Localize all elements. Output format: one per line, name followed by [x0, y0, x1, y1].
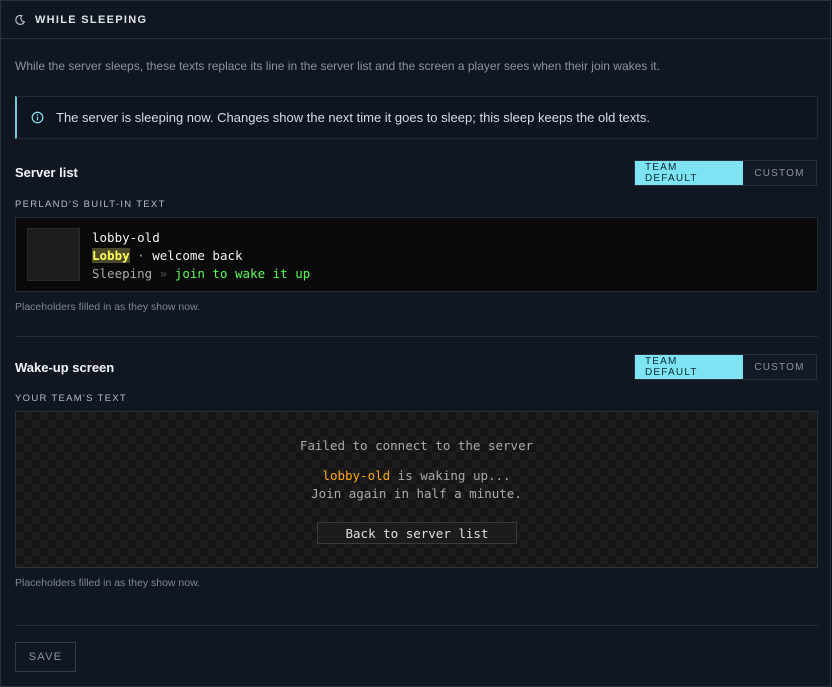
- wake-screen-hint: Placeholders filled in as they show now.: [15, 577, 201, 589]
- notice-text: The server is sleeping now. Changes show…: [56, 110, 650, 125]
- preview-motd: Lobby · welcome back: [92, 248, 243, 263]
- section-divider: [15, 336, 818, 337]
- wake-line-2: Join again in half a minute.: [311, 486, 522, 501]
- status-separator: »: [152, 266, 175, 281]
- panel-title: WHILE SLEEPING: [35, 13, 148, 26]
- while-sleeping-panel: WHILE SLEEPING While the server sleeps, …: [0, 0, 831, 687]
- motd-separator: ·: [129, 248, 153, 263]
- wake-screen-team-default-option[interactable]: TEAM DEFAULT: [635, 355, 743, 379]
- status-text: Sleeping: [92, 266, 153, 281]
- preview-status: Sleeping » join to wake it up: [92, 266, 310, 281]
- motd-highlight: Lobby: [92, 248, 130, 263]
- server-icon-placeholder: [27, 228, 80, 281]
- sleeping-notice: The server is sleeping now. Changes show…: [15, 96, 818, 139]
- server-list-title: Server list: [15, 165, 78, 180]
- wake-screen-custom-option[interactable]: CUSTOM: [743, 355, 816, 379]
- server-list-team-default-option[interactable]: TEAM DEFAULT: [635, 161, 743, 185]
- server-list-source-label: PERLAND'S BUILT-IN TEXT: [15, 199, 166, 210]
- footer-divider: [15, 625, 818, 626]
- server-list-hint: Placeholders filled in as they show now.: [15, 301, 201, 313]
- save-button[interactable]: SAVE: [15, 642, 76, 672]
- wake-screen-toggle: TEAM DEFAULT CUSTOM: [634, 354, 817, 380]
- wake-line-1-rest: is waking up...: [390, 468, 511, 483]
- server-list-preview: lobby-old Lobby · welcome back Sleeping …: [15, 217, 818, 292]
- status-action: join to wake it up: [174, 266, 311, 281]
- wake-heading: Failed to connect to the server: [299, 438, 534, 453]
- wake-screen-title: Wake-up screen: [15, 360, 115, 375]
- server-list-toggle: TEAM DEFAULT CUSTOM: [634, 160, 817, 186]
- back-to-server-list-button[interactable]: Back to server list: [317, 522, 517, 544]
- wake-screen-preview: Failed to connect to the server lobby-ol…: [15, 411, 818, 568]
- moon-icon: [15, 14, 26, 25]
- intro-text: While the server sleeps, these texts rep…: [15, 59, 660, 73]
- wake-screen-source-label: YOUR TEAM'S TEXT: [15, 393, 128, 404]
- info-icon: [31, 111, 44, 124]
- server-list-custom-option[interactable]: CUSTOM: [743, 161, 816, 185]
- panel-header: WHILE SLEEPING: [1, 1, 830, 39]
- wake-server-name: lobby-old: [322, 468, 391, 483]
- motd-rest: welcome back: [152, 248, 243, 263]
- wake-line-1: lobby-old is waking up...: [16, 468, 817, 483]
- preview-server-name: lobby-old: [92, 230, 160, 245]
